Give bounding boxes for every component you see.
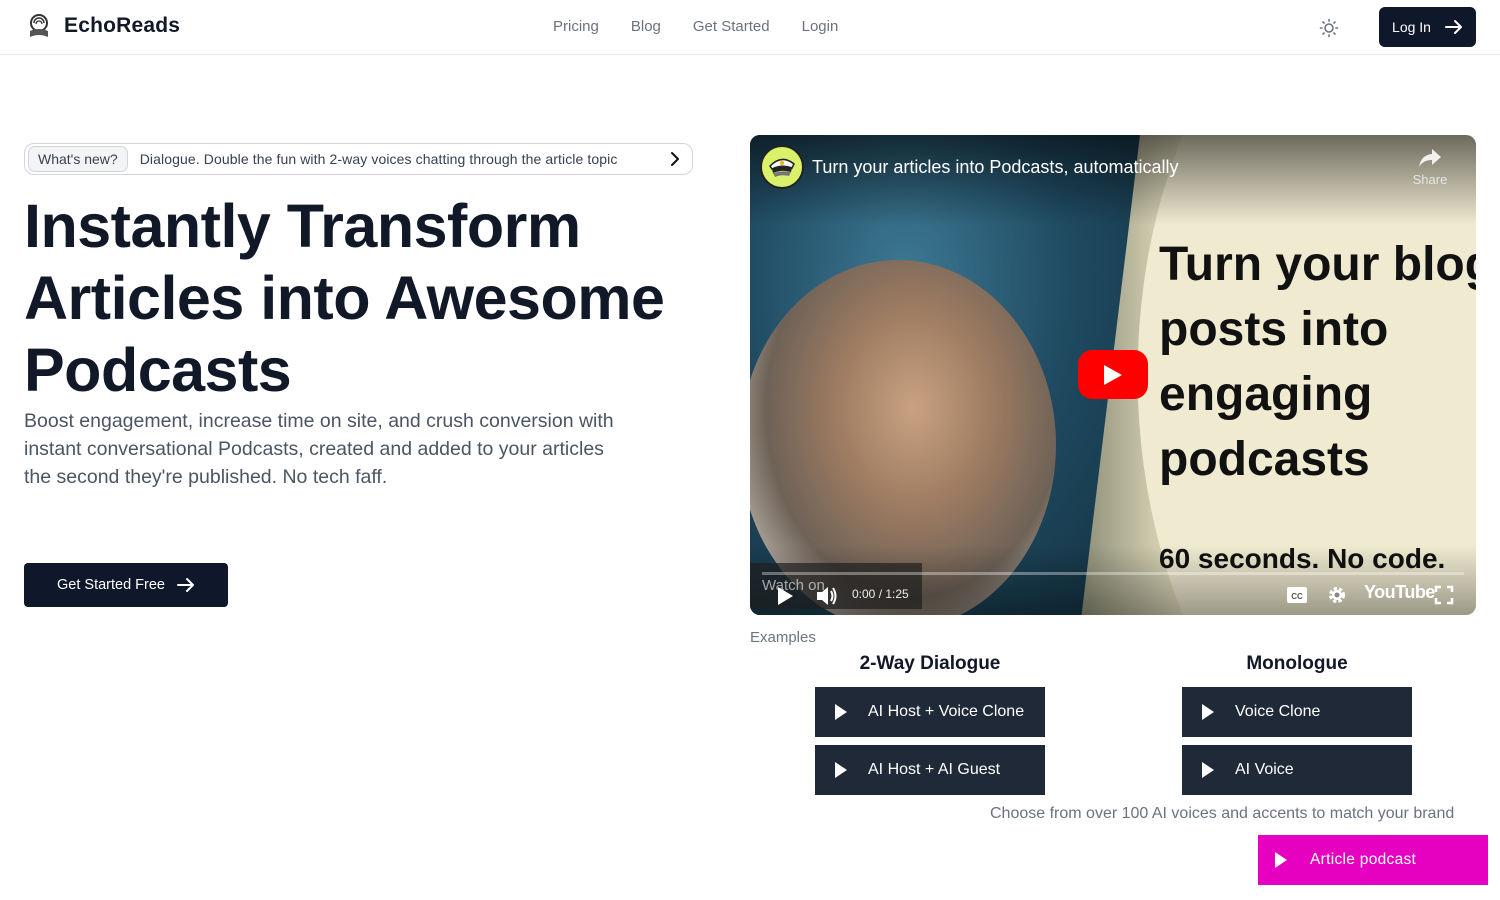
voices-note: Choose from over 100 AI voices and accen… [990, 805, 1455, 822]
nav-blog[interactable]: Blog [631, 18, 661, 35]
brand-logo[interactable]: EchoReads [28, 14, 180, 38]
examples-label: Examples [750, 629, 816, 646]
brand-name: EchoReads [64, 14, 181, 37]
arrow-right-icon [177, 578, 194, 592]
play-icon [778, 587, 793, 605]
settings-button[interactable] [1326, 584, 1348, 606]
whats-new-badge: What's new? [28, 146, 128, 172]
hero-subtitle: Boost engagement, increase time on site,… [24, 410, 614, 488]
arrow-right-icon [1444, 20, 1462, 34]
cta-label: Get Started Free [57, 577, 165, 593]
play-icon [1275, 852, 1287, 868]
example-label: Voice Clone [1235, 703, 1321, 720]
monologue-column-title: Monologue [1246, 653, 1348, 674]
channel-avatar[interactable] [760, 145, 804, 189]
fullscreen-icon [1434, 585, 1454, 605]
example-ai-voice-button[interactable]: AI Voice [1182, 745, 1412, 795]
logo-icon [30, 14, 48, 37]
gear-icon [1329, 587, 1345, 603]
closed-captions-icon: CC [1287, 587, 1307, 603]
site-header: EchoReads Pricing Blog Get Started Login… [0, 0, 1500, 55]
video-time-display: 0:00 / 1:25 [852, 587, 909, 601]
example-voice-clone-button[interactable]: Voice Clone [1182, 687, 1412, 737]
captain-hat-icon [769, 158, 795, 177]
nav-get-started[interactable]: Get Started [693, 18, 770, 35]
volume-icon [817, 587, 837, 605]
play-icon [1104, 364, 1122, 385]
video-overlay-headline: Turn your blog posts into engaging podca… [1159, 232, 1476, 492]
nav-pricing[interactable]: Pricing [553, 18, 599, 35]
headline-line: posts into [1159, 303, 1389, 356]
headline-line: Turn your blog [1159, 238, 1476, 291]
login-button-label: Log In [1392, 19, 1431, 35]
play-icon [1202, 704, 1214, 720]
youtube-video-embed[interactable]: Turn your blog posts into engaging podca… [750, 135, 1476, 615]
youtube-play-button[interactable] [1078, 350, 1148, 399]
login-button[interactable]: Log In [1379, 7, 1476, 47]
youtube-logo[interactable]: YouTube [1364, 582, 1435, 603]
play-icon [1202, 762, 1214, 778]
chevron-right-icon [671, 152, 679, 166]
share-icon [1419, 149, 1441, 167]
whats-new-text: Dialogue. Double the fun with 2-way voic… [139, 151, 618, 167]
theme-toggle-button[interactable] [1317, 16, 1341, 40]
example-label: AI Host + AI Guest [868, 761, 1001, 778]
video-progress-bar[interactable] [762, 572, 1464, 575]
article-podcast-player-button[interactable]: Article podcast [1258, 835, 1488, 885]
example-label: AI Host + Voice Clone [868, 703, 1025, 720]
example-label: AI Voice [1235, 761, 1294, 778]
article-podcast-label: Article podcast [1310, 851, 1417, 868]
sun-icon [1319, 18, 1339, 38]
example-ai-host-voice-clone-button[interactable]: AI Host + Voice Clone [815, 687, 1045, 737]
video-title[interactable]: Turn your articles into Podcasts, automa… [812, 157, 1179, 178]
nav-login[interactable]: Login [802, 18, 839, 35]
play-icon [835, 704, 847, 720]
headline-line: podcasts [1159, 433, 1370, 486]
whats-new-banner[interactable]: What's new? Dialogue. Double the fun wit… [24, 143, 693, 175]
fullscreen-button[interactable] [1433, 584, 1455, 606]
volume-button[interactable] [813, 583, 841, 609]
svg-text:CC: CC [1291, 592, 1303, 601]
play-icon [835, 762, 847, 778]
dialogue-column-title: 2-Way Dialogue [859, 653, 1001, 674]
share-button[interactable]: Share [1410, 147, 1450, 187]
video-top-gradient [750, 135, 1476, 225]
captions-button[interactable]: CC [1285, 585, 1309, 605]
get-started-free-button[interactable]: Get Started Free [24, 563, 228, 607]
example-ai-host-ai-guest-button[interactable]: AI Host + AI Guest [815, 745, 1045, 795]
hero-title: Instantly Transform Articles into Awesom… [24, 192, 665, 404]
main-nav: Pricing Blog Get Started Login [553, 18, 838, 35]
headline-line: engaging [1159, 368, 1373, 421]
share-label: Share [1412, 172, 1448, 187]
video-play-control[interactable] [772, 583, 798, 609]
